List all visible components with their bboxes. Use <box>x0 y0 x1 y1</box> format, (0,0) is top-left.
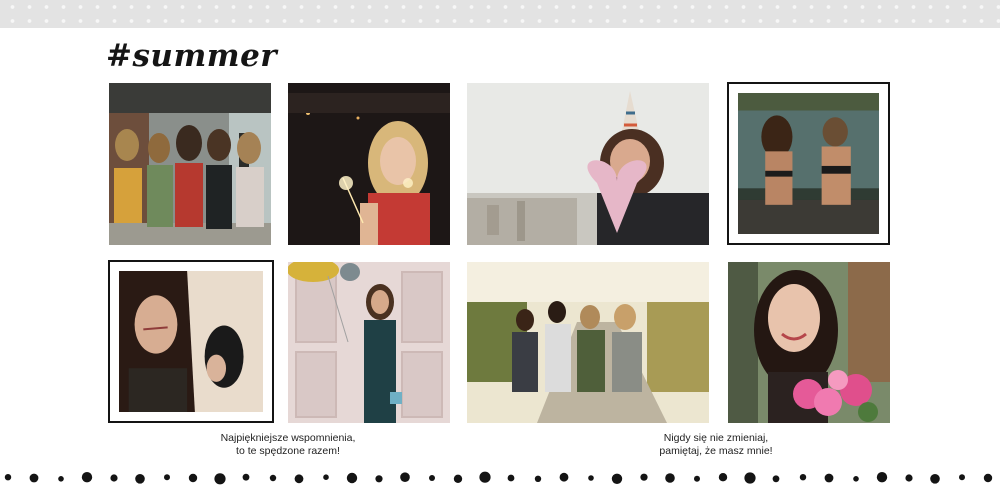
border-dot <box>323 474 329 480</box>
page-title: #summer <box>106 38 278 74</box>
dotted-border <box>4 471 993 485</box>
border-dot <box>718 473 728 482</box>
border-dot <box>694 475 700 482</box>
border-dot <box>375 475 383 483</box>
border-dot <box>400 472 410 482</box>
border-dot <box>81 472 93 483</box>
border-dot <box>453 474 463 483</box>
border-dot <box>824 473 834 483</box>
border-dot <box>930 474 940 484</box>
photo-heart-balloon-party-hat[interactable] <box>467 83 709 245</box>
border-dot <box>164 474 170 481</box>
border-dot <box>665 473 675 483</box>
border-dot <box>640 473 648 481</box>
border-dot <box>559 472 569 482</box>
caption-right-line1: Nigdy się nie zmieniaj, <box>663 432 769 444</box>
caption-left: Najpiękniejsze wspomnienia, to te spędzo… <box>168 432 408 458</box>
border-dot <box>214 473 226 485</box>
caption-right: Nigdy się nie zmieniaj, pamiętaj, że mas… <box>596 432 836 458</box>
border-dot <box>772 475 780 483</box>
caption-left-line1: Najpiękniejsze wspomnienia, <box>220 432 356 444</box>
border-dot <box>611 473 623 484</box>
border-dot <box>135 474 145 484</box>
border-dot <box>744 472 756 484</box>
caption-right-line2: pamiętaj, że masz mnie! <box>659 445 773 457</box>
photo-frame-lake-women[interactable] <box>727 82 890 245</box>
photo-friends-hugging-porch[interactable] <box>109 83 271 245</box>
star-pattern-banner <box>0 0 1000 28</box>
border-dot <box>294 474 304 484</box>
border-dot <box>269 474 277 482</box>
border-dot <box>188 473 198 483</box>
border-dot <box>905 474 913 482</box>
border-dot <box>479 471 491 483</box>
photo-frame-woman-with-hat[interactable] <box>108 260 274 423</box>
border-dot <box>58 476 64 482</box>
border-dot <box>110 474 118 482</box>
border-dot <box>346 472 358 484</box>
border-dot <box>242 473 250 481</box>
border-dot <box>799 474 807 481</box>
border-dot <box>429 475 435 481</box>
border-dot <box>588 475 594 481</box>
photo-smiling-woman-flowers[interactable] <box>728 262 890 423</box>
caption-left-line2: to te spędzone razem! <box>236 445 340 457</box>
border-dot <box>876 472 888 483</box>
border-dot <box>959 474 965 481</box>
border-dot <box>534 475 542 482</box>
border-dot <box>983 473 993 483</box>
border-dot <box>4 474 12 481</box>
border-dot <box>29 473 39 483</box>
border-dot <box>507 474 515 482</box>
photo-woman-with-balloons[interactable] <box>288 262 450 423</box>
border-dot <box>853 476 859 482</box>
photo-friends-walking-road[interactable] <box>467 262 709 423</box>
photo-girl-with-sparkler[interactable] <box>288 83 450 245</box>
